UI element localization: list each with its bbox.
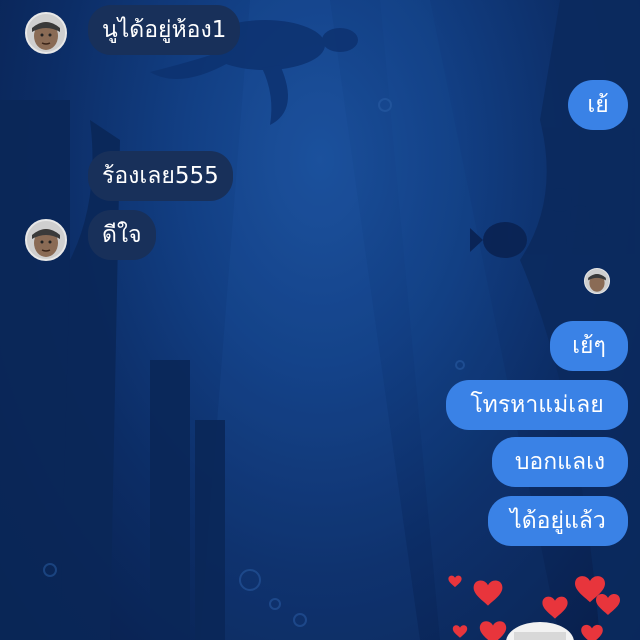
heart-icon: [542, 596, 568, 619]
heart-reactions: [448, 575, 620, 640]
message-bubble-outgoing[interactable]: เย้: [568, 80, 628, 130]
avatar-face-icon: [27, 14, 65, 52]
message-bubble-incoming[interactable]: ดีใจ: [88, 210, 156, 260]
chat-screen: นูได้อยู่ห้อง1 เย้ ร้องเลย555 ดีใจ เย้ๆ …: [0, 0, 640, 640]
heart-icon: [581, 624, 603, 640]
contact-avatar[interactable]: [25, 219, 67, 261]
avatar-face-icon: [27, 221, 65, 259]
read-receipt-avatar: [584, 268, 610, 294]
message-bubble-outgoing[interactable]: ได้อยู่แล้ว: [488, 496, 628, 546]
heart-icon: [596, 594, 620, 615]
message-bubble-outgoing[interactable]: บอกแลเง: [492, 437, 628, 487]
message-bubble-incoming[interactable]: นูได้อยู่ห้อง1: [88, 5, 241, 55]
message-bubble-incoming[interactable]: ร้องเลย555: [88, 151, 233, 201]
heart-icon: [479, 621, 507, 640]
heart-icon: [448, 575, 462, 588]
message-bubble-outgoing[interactable]: โทรหาแม่เลย: [446, 380, 628, 430]
message-bubble-outgoing[interactable]: เย้ๆ: [550, 321, 628, 371]
reaction-figure: [506, 622, 574, 640]
fish-silhouette: [470, 222, 527, 258]
avatar-face-icon: [585, 269, 609, 293]
heart-icon: [452, 625, 468, 638]
contact-avatar[interactable]: [25, 12, 67, 54]
heart-icon: [473, 580, 503, 606]
